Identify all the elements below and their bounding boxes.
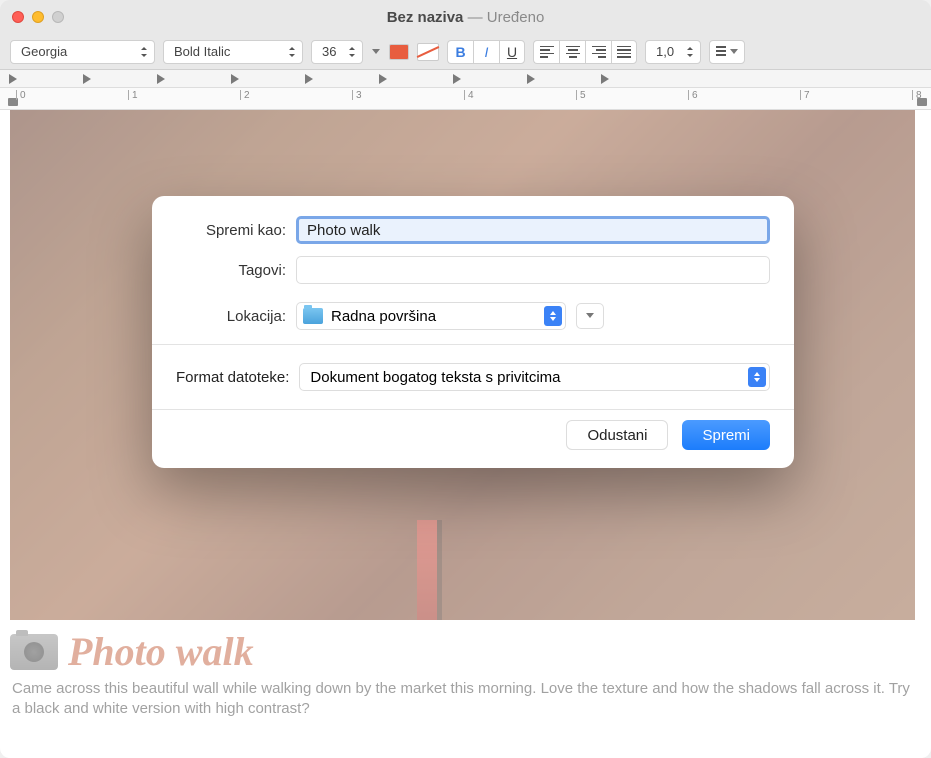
- chevron-updown-icon: [348, 47, 356, 57]
- align-left-button[interactable]: [533, 40, 559, 64]
- align-justify-button[interactable]: [611, 40, 637, 64]
- file-format-value: Dokument bogatog teksta s privitcima: [310, 369, 560, 386]
- tags-label: Tagovi:: [176, 262, 286, 279]
- text-format-group: B I U: [447, 40, 525, 64]
- ruler-tick: 7: [800, 90, 810, 100]
- location-label: Lokacija:: [176, 308, 286, 325]
- ruler-tick: 2: [240, 90, 250, 100]
- tab-marker-icon[interactable]: [231, 74, 239, 84]
- document-heading[interactable]: Photo walk: [68, 628, 254, 675]
- location-value: Radna površina: [331, 308, 436, 325]
- file-format-label: Format datoteke:: [176, 369, 289, 386]
- line-spacing-select[interactable]: 1,0: [645, 40, 701, 64]
- close-window-button[interactable]: [12, 11, 24, 23]
- chevron-down-icon: [585, 313, 595, 319]
- divider: [152, 409, 794, 410]
- chevron-updown-icon: [748, 367, 766, 387]
- chevron-updown-icon: [288, 47, 296, 57]
- spacing-value: 1,0: [656, 44, 674, 59]
- ruler-tick: 6: [688, 90, 698, 100]
- highlight-none-icon[interactable]: [417, 43, 439, 61]
- document-title-row: Photo walk: [0, 620, 931, 679]
- alignment-group: [533, 40, 637, 64]
- ruler-tick: 3: [352, 90, 362, 100]
- align-right-button[interactable]: [585, 40, 611, 64]
- edited-indicator: — Uređeno: [468, 9, 545, 26]
- ruler[interactable]: 0 1 2 3 4 5 6 7 8: [0, 88, 931, 110]
- font-style-value: Bold Italic: [174, 44, 230, 59]
- ruler-tick: 5: [576, 90, 586, 100]
- titlebar: Bez naziva — Uređeno: [0, 0, 931, 34]
- location-select[interactable]: Radna površina: [296, 302, 566, 330]
- font-family-value: Georgia: [21, 44, 67, 59]
- font-size-select[interactable]: 36: [311, 40, 363, 64]
- cancel-button[interactable]: Odustani: [566, 420, 668, 450]
- save-dialog: Spremi kao: Tagovi: Lokacija: Radna povr…: [152, 196, 794, 468]
- save-as-input[interactable]: [296, 216, 770, 244]
- save-as-label: Spremi kao:: [176, 222, 286, 239]
- document-body-text[interactable]: Came across this beautiful wall while wa…: [0, 679, 931, 720]
- window-title: Bez naziva — Uređeno: [387, 9, 545, 26]
- tab-marker-icon[interactable]: [601, 74, 609, 84]
- chevron-down-icon[interactable]: [371, 49, 381, 55]
- chevron-updown-icon: [140, 47, 148, 57]
- tags-input[interactable]: [296, 256, 770, 284]
- text-color-swatch[interactable]: [389, 44, 409, 60]
- format-toolbar: Georgia Bold Italic 36 B I U 1,0: [0, 34, 931, 70]
- folder-icon: [303, 308, 323, 324]
- align-center-button[interactable]: [559, 40, 585, 64]
- app-window: Bez naziva — Uređeno Georgia Bold Italic…: [0, 0, 931, 758]
- ruler-tick: 8: [912, 90, 922, 100]
- font-style-select[interactable]: Bold Italic: [163, 40, 303, 64]
- tab-marker-icon[interactable]: [453, 74, 461, 84]
- list-style-button[interactable]: [709, 40, 745, 64]
- ruler-tick: 1: [128, 90, 138, 100]
- save-button[interactable]: Spremi: [682, 420, 770, 450]
- underline-button[interactable]: U: [499, 40, 525, 64]
- ruler-tick: 0: [16, 90, 26, 100]
- tab-marker-icon[interactable]: [379, 74, 387, 84]
- tab-stop-ruler[interactable]: [0, 70, 931, 88]
- tab-marker-icon[interactable]: [9, 74, 17, 84]
- expand-dialog-button[interactable]: [576, 303, 604, 329]
- font-family-select[interactable]: Georgia: [10, 40, 155, 64]
- tab-marker-icon[interactable]: [157, 74, 165, 84]
- chevron-down-icon: [729, 49, 739, 55]
- divider: [152, 344, 794, 345]
- italic-button[interactable]: I: [473, 40, 499, 64]
- camera-icon: [10, 634, 58, 670]
- document-name: Bez naziva: [387, 9, 464, 26]
- minimize-window-button[interactable]: [32, 11, 44, 23]
- tab-marker-icon[interactable]: [83, 74, 91, 84]
- chevron-updown-icon: [544, 306, 562, 326]
- file-format-select[interactable]: Dokument bogatog teksta s privitcima: [299, 363, 770, 391]
- tab-marker-icon[interactable]: [527, 74, 535, 84]
- bold-button[interactable]: B: [447, 40, 473, 64]
- font-size-value: 36: [322, 44, 336, 59]
- maximize-window-button[interactable]: [52, 11, 64, 23]
- chevron-updown-icon: [686, 47, 694, 57]
- window-controls: [12, 11, 64, 23]
- tab-marker-icon[interactable]: [305, 74, 313, 84]
- ruler-tick: 4: [464, 90, 474, 100]
